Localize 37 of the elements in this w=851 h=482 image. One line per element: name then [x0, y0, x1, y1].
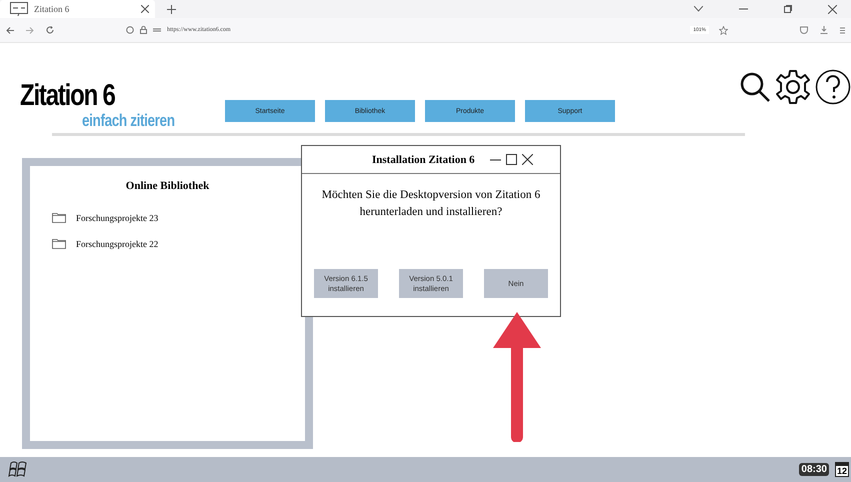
settings-icon[interactable] [775, 69, 811, 105]
star-icon[interactable] [719, 26, 728, 34]
close-icon[interactable] [141, 5, 149, 13]
restore-icon[interactable] [784, 5, 792, 13]
back-icon[interactable] [6, 26, 14, 34]
maximize-icon[interactable] [506, 154, 517, 165]
download-icon[interactable] [820, 26, 828, 34]
reload-icon[interactable] [46, 26, 54, 34]
menu-icon[interactable] [840, 26, 845, 34]
minimize-icon[interactable] [490, 158, 501, 160]
new-tab-icon[interactable] [167, 4, 176, 14]
logo-text: Zitation 6 [20, 81, 116, 111]
calendar-icon[interactable]: 12 [834, 462, 849, 477]
close-icon[interactable] [828, 4, 837, 14]
chevron-down-icon[interactable] [694, 6, 703, 12]
dialog-message: Möchten Sie die Desktopversion von Zitation 6 herunterladen und installieren? [320, 188, 542, 220]
arrow-up-icon [493, 312, 541, 442]
panel-title: Online Bibliothek [124, 180, 210, 192]
folder-item[interactable]: Forschungsprojekte 22 [52, 238, 283, 249]
close-icon[interactable] [522, 154, 533, 165]
windows-logo-icon[interactable] [8, 461, 28, 478]
tab-title: Zitation 6 [34, 4, 70, 14]
dialog-title: Installation Zitation 6 [372, 154, 475, 166]
connection-icon [153, 27, 161, 33]
help-icon[interactable] [815, 69, 851, 105]
pocket-icon[interactable] [800, 26, 808, 34]
folder-icon [52, 238, 66, 249]
folder-icon [52, 212, 66, 223]
browser-tab[interactable]: Zitation 6 [0, 0, 155, 18]
lock-icon [140, 26, 147, 34]
folder-item[interactable]: Forschungsprojekte 23 [52, 212, 283, 223]
shield-icon [126, 26, 134, 34]
tagline: einfach zitieren [82, 111, 176, 131]
clock[interactable]: 08:30 [799, 463, 829, 476]
window-icon [10, 2, 28, 16]
search-icon[interactable] [739, 71, 771, 103]
minimize-icon[interactable] [739, 8, 748, 10]
